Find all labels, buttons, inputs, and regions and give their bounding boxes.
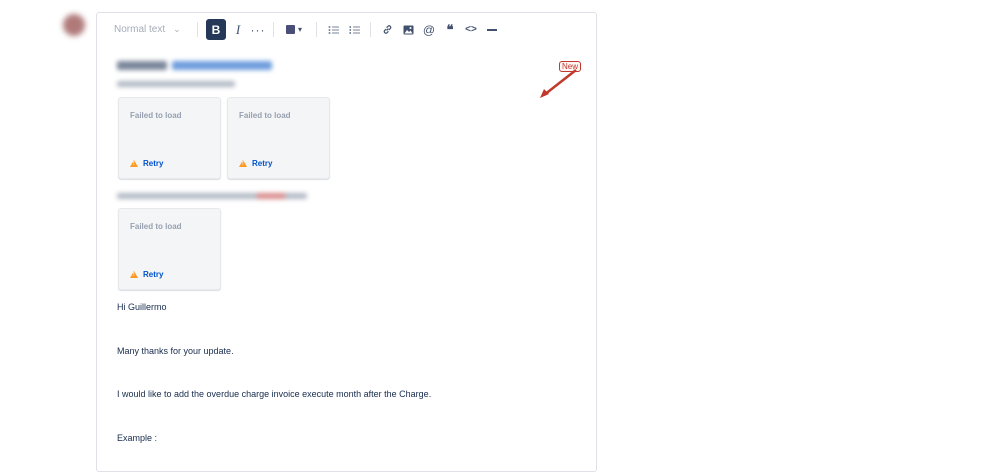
toolbar-divider [197, 22, 198, 37]
mention-icon: @ [422, 22, 436, 37]
warning-icon [130, 160, 138, 167]
failed-to-load-text: Failed to load [239, 111, 291, 120]
request-text: I would like to add the overdue charge i… [117, 389, 432, 399]
attachment-card[interactable]: Failed to load Retry [227, 97, 330, 179]
code-icon: <> [465, 24, 477, 35]
redacted-line [117, 193, 307, 199]
retry-label: Retry [252, 159, 273, 168]
toolbar-divider [316, 22, 317, 37]
greeting-text: Hi Guillermo [117, 302, 167, 312]
bullet-list-button[interactable] [325, 19, 341, 40]
bullet-list-icon [328, 25, 339, 34]
numbered-list-icon [349, 25, 360, 34]
warning-icon [239, 160, 247, 167]
attachment-card[interactable]: Failed to load Retry [118, 97, 221, 179]
quote-button[interactable]: ❝ [442, 19, 458, 40]
attachment-card[interactable]: Failed to load Retry [118, 208, 221, 290]
text-style-label: Normal text [114, 24, 166, 35]
redacted-subtext [117, 81, 235, 87]
more-icon: ··· [250, 22, 266, 37]
toolbar-divider [273, 22, 274, 37]
comment-editor[interactable]: Normal text ⌄ B I ··· ▾ @ ❝ <> Failed to… [96, 12, 597, 472]
numbered-list-button[interactable] [346, 19, 362, 40]
failed-to-load-text: Failed to load [130, 222, 182, 231]
avatar[interactable] [63, 14, 85, 36]
annotation-arrow-icon [540, 69, 577, 98]
retry-button[interactable]: Retry [130, 270, 163, 279]
bold-button[interactable]: B [206, 19, 226, 40]
failed-to-load-text: Failed to load [130, 111, 182, 120]
insert-image-button[interactable] [400, 19, 416, 40]
chevron-down-icon: ⌄ [173, 24, 181, 34]
warning-icon [130, 271, 138, 278]
retry-label: Retry [143, 159, 164, 168]
retry-button[interactable]: Retry [239, 159, 272, 168]
chevron-down-icon: ▾ [297, 25, 302, 34]
mention-button[interactable]: @ [421, 19, 437, 40]
italic-button[interactable]: I [230, 19, 246, 40]
example-text: Example : [117, 433, 158, 443]
retry-label: Retry [143, 270, 164, 279]
thanks-text: Many thanks for your update. [117, 346, 234, 356]
horizontal-rule-button[interactable] [484, 19, 500, 40]
color-swatch-icon [285, 25, 295, 34]
more-formatting-button[interactable]: ··· [250, 19, 266, 40]
text-style-select[interactable]: Normal text ⌄ [114, 19, 186, 40]
bold-icon: B [211, 22, 221, 37]
image-icon [403, 25, 413, 34]
editor-toolbar: Normal text ⌄ B I ··· ▾ @ ❝ <> [97, 13, 596, 46]
text-color-button[interactable]: ▾ [282, 19, 306, 40]
link-button[interactable] [379, 19, 395, 40]
toolbar-divider [370, 22, 371, 37]
redacted-header [117, 58, 277, 72]
retry-button[interactable]: Retry [130, 159, 163, 168]
link-icon [383, 25, 391, 34]
italic-icon: I [235, 21, 241, 37]
horizontal-rule-icon [487, 28, 497, 31]
code-button[interactable]: <> [463, 19, 479, 40]
quote-icon: ❝ [446, 21, 454, 37]
